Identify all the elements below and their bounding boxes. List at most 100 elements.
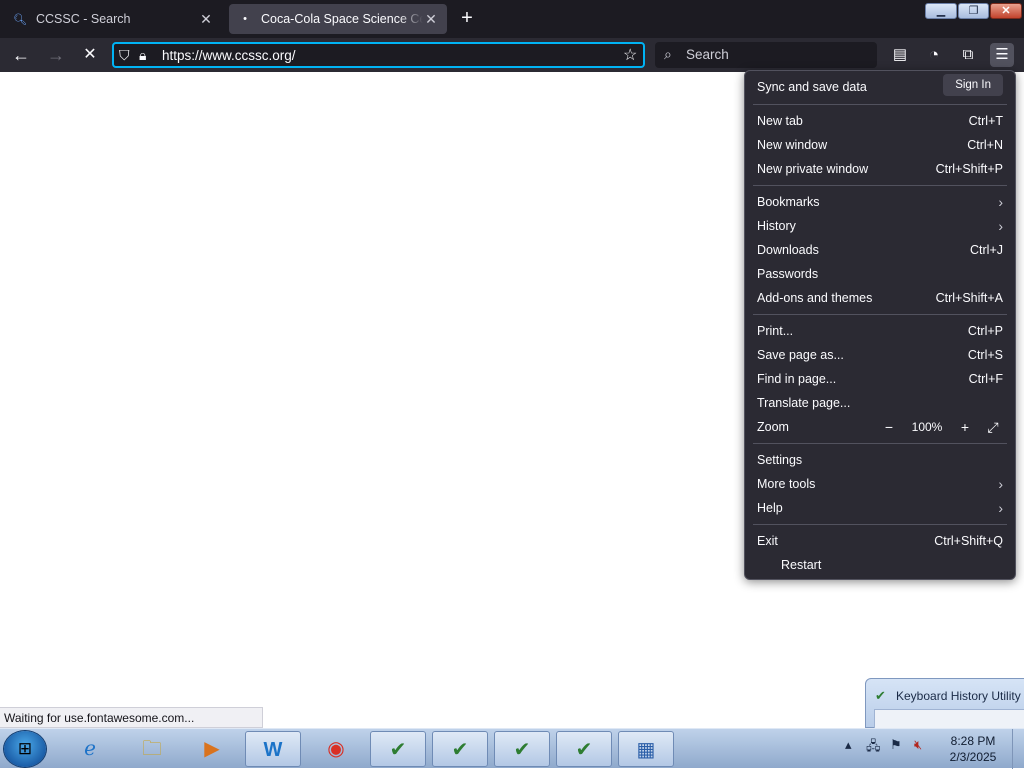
chevron-right-icon: › bbox=[998, 194, 1003, 210]
menu-item-history[interactable]: History › bbox=[757, 214, 1003, 238]
account-icon[interactable]: ◔ bbox=[922, 43, 946, 67]
menu-label: Add-ons and themes bbox=[757, 291, 873, 305]
zoom-label: Zoom bbox=[757, 420, 789, 434]
tab-strip: 🔍︎ CCSSC - Search ✕ • Coca-Cola Space Sc… bbox=[0, 0, 1024, 38]
menu-item-exit[interactable]: Exit Ctrl+Shift+Q bbox=[757, 529, 1003, 553]
stop-loading-button[interactable]: ✕ bbox=[77, 43, 103, 67]
back-button[interactable]: ← bbox=[8, 43, 34, 67]
dot-icon: • bbox=[243, 13, 247, 25]
url-bar[interactable]: ⛉ 🔒︎ https://www.ccssc.org/ ☆ bbox=[112, 42, 645, 68]
tab-ccssc-search[interactable]: 🔍︎ CCSSC - Search ✕ bbox=[4, 4, 222, 34]
taskbar: ⊞ ℯ 🗀 ▶ W ◉ ✔ ✔ ✔ ✔ ▦ ▴ 🖧 ⚑ 🔇︎ 8:28 PM 2… bbox=[0, 728, 1024, 769]
menu-item-bookmarks[interactable]: Bookmarks › bbox=[757, 190, 1003, 214]
menu-label: Save page as... bbox=[757, 348, 844, 362]
menu-item-new-tab[interactable]: New tab Ctrl+T bbox=[757, 109, 1003, 133]
menu-shortcut: Ctrl+F bbox=[968, 372, 1003, 386]
task-icon-3[interactable]: ✔ bbox=[494, 731, 550, 767]
menu-item-print[interactable]: Print... Ctrl+P bbox=[757, 319, 1003, 343]
close-window-button[interactable]: ✕ bbox=[990, 3, 1022, 19]
forward-button[interactable]: → bbox=[43, 43, 69, 67]
chrome-icon[interactable]: ◉ bbox=[308, 731, 364, 767]
tab-title: CCSSC - Search bbox=[36, 12, 131, 26]
menu-label: Restart bbox=[781, 558, 822, 572]
lock-icon[interactable]: 🔒︎ bbox=[139, 47, 146, 64]
file-explorer-icon[interactable]: 🗀 bbox=[124, 731, 180, 767]
menu-label: Passwords bbox=[757, 267, 819, 281]
menu-item-settings[interactable]: Settings bbox=[757, 448, 1003, 472]
task-icon-4[interactable]: ✔ bbox=[556, 731, 612, 767]
keyboard-history-utility-window[interactable]: ✔ Keyboard History Utility bbox=[865, 678, 1024, 731]
menu-label: Print... bbox=[757, 324, 794, 338]
task-icon-2[interactable]: ✔ bbox=[432, 731, 488, 767]
zoom-level[interactable]: 100% bbox=[907, 420, 947, 434]
control-panel-icon[interactable]: ▦ bbox=[618, 731, 674, 767]
chevron-right-icon: › bbox=[998, 218, 1003, 234]
menu-item-save-page-as[interactable]: Save page as... Ctrl+S bbox=[757, 343, 1003, 367]
word-app-icon[interactable]: W bbox=[245, 731, 301, 767]
menu-divider bbox=[753, 524, 1007, 525]
menu-item-zoom: Zoom − 100% + ⤢ bbox=[757, 415, 1003, 439]
menu-divider bbox=[753, 104, 1007, 105]
menu-label: Find in page... bbox=[757, 372, 837, 386]
fullscreen-icon[interactable]: ⤢ bbox=[983, 417, 1003, 437]
start-button[interactable]: ⊞ bbox=[4, 731, 46, 767]
show-hidden-icons-icon[interactable]: ▴ bbox=[845, 737, 852, 753]
menu-divider bbox=[753, 185, 1007, 186]
action-center-flag-icon[interactable]: ⚑ bbox=[890, 737, 902, 753]
tab-coca-cola-space-science-center[interactable]: • Coca-Cola Space Science Center ✕ bbox=[229, 4, 447, 34]
menu-shortcut: Ctrl+Shift+A bbox=[935, 291, 1003, 305]
menu-divider bbox=[753, 443, 1007, 444]
menu-shortcut: Ctrl+J bbox=[970, 243, 1003, 257]
close-tab-icon[interactable]: ✕ bbox=[198, 11, 214, 28]
search-icon: ⌕ bbox=[664, 46, 672, 62]
restore-button[interactable]: ❐ bbox=[958, 3, 989, 19]
navigation-toolbar: ← → ✕ ⛉ 🔒︎ https://www.ccssc.org/ ☆ ⌕ Se… bbox=[0, 38, 1024, 72]
shield-icon[interactable]: ⛉ bbox=[119, 47, 130, 64]
extensions-icon[interactable]: ⧉ bbox=[956, 43, 980, 67]
menu-item-passwords[interactable]: Passwords bbox=[757, 262, 1003, 286]
minimize-icon: ▁ bbox=[936, 5, 946, 17]
menu-shortcut: Ctrl+T bbox=[968, 114, 1003, 128]
windows-logo-icon: ⊞ bbox=[17, 739, 33, 758]
app-menu-button[interactable]: ☰ bbox=[990, 43, 1014, 67]
volume-muted-icon[interactable]: 🔇︎ bbox=[914, 737, 922, 753]
menu-label: More tools bbox=[757, 477, 816, 491]
menu-label: New private window bbox=[757, 162, 869, 176]
zoom-in-button[interactable]: + bbox=[955, 417, 975, 437]
menu-item-new-window[interactable]: New window Ctrl+N bbox=[757, 133, 1003, 157]
menu-label: New window bbox=[757, 138, 828, 152]
menu-item-help[interactable]: Help › bbox=[757, 496, 1003, 520]
menu-item-more-tools[interactable]: More tools › bbox=[757, 472, 1003, 496]
network-icon[interactable]: 🖧 bbox=[866, 737, 881, 759]
menu-item-find-in-page[interactable]: Find in page... Ctrl+F bbox=[757, 367, 1003, 391]
system-clock[interactable]: 8:28 PM 2/3/2025 bbox=[940, 733, 1006, 765]
close-icon: ✕ bbox=[1001, 5, 1011, 17]
media-player-icon[interactable]: ▶ bbox=[184, 731, 240, 767]
task-icon-1[interactable]: ✔ bbox=[370, 731, 426, 767]
sign-in-button[interactable]: Sign In bbox=[943, 74, 1003, 96]
search-icon: 🔍︎ bbox=[13, 13, 27, 26]
menu-item-translate-page[interactable]: Translate page... bbox=[757, 391, 1003, 415]
menu-item-add-ons-and-themes[interactable]: Add-ons and themes Ctrl+Shift+A bbox=[757, 286, 1003, 310]
menu-label: Translate page... bbox=[757, 396, 851, 410]
url-text[interactable]: https://www.ccssc.org/ bbox=[162, 48, 296, 63]
show-desktop-button[interactable] bbox=[1012, 729, 1024, 769]
menu-item-restart[interactable]: Restart bbox=[781, 553, 1003, 577]
bookmark-star-icon[interactable]: ☆ bbox=[623, 45, 637, 65]
minimize-button[interactable]: ▁ bbox=[925, 3, 957, 19]
menu-item-new-private-window[interactable]: New private window Ctrl+Shift+P bbox=[757, 157, 1003, 181]
clock-time: 8:28 PM bbox=[950, 734, 996, 748]
close-tab-icon[interactable]: ✕ bbox=[423, 11, 439, 28]
search-bar[interactable]: ⌕ Search bbox=[655, 42, 877, 68]
internet-explorer-icon[interactable]: ℯ bbox=[62, 731, 118, 767]
new-tab-button[interactable]: + bbox=[456, 8, 478, 30]
search-placeholder: Search bbox=[686, 47, 729, 62]
checkmark-icon: ✔ bbox=[875, 688, 886, 703]
reader-view-icon[interactable]: ▤ bbox=[888, 43, 912, 67]
chevron-right-icon: › bbox=[998, 476, 1003, 492]
menu-label: Help bbox=[757, 501, 783, 515]
menu-item-downloads[interactable]: Downloads Ctrl+J bbox=[757, 238, 1003, 262]
menu-label: History bbox=[757, 219, 796, 233]
menu-label: Bookmarks bbox=[757, 195, 820, 209]
zoom-out-button[interactable]: − bbox=[879, 417, 899, 437]
